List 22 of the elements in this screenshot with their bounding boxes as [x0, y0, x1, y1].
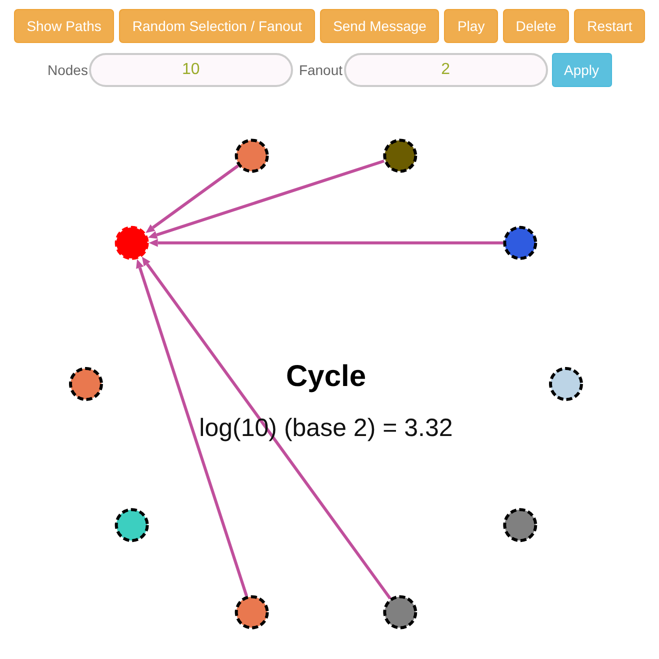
number-field[interactable]: 10	[88, 53, 293, 87]
graph-node[interactable]	[69, 367, 103, 401]
apply-button[interactable]: Apply	[552, 53, 612, 87]
toolbar-button[interactable]: Play	[444, 9, 498, 43]
graph-node[interactable]	[234, 595, 269, 630]
graph-node[interactable]	[503, 226, 538, 260]
toolbar-button[interactable]: Send Message	[320, 9, 440, 43]
graph-node[interactable]	[383, 138, 418, 173]
toolbar-button[interactable]: Show Paths	[14, 9, 114, 43]
toolbar-button[interactable]: Restart	[574, 9, 646, 43]
graph-node[interactable]	[549, 367, 583, 401]
number-field[interactable]: 2	[344, 53, 548, 87]
toolbar-button[interactable]: Delete	[502, 9, 570, 43]
graph-node[interactable]	[114, 226, 149, 260]
toolbar-button[interactable]: Random Selection / Fanout	[119, 9, 316, 43]
graph-node[interactable]	[503, 508, 538, 542]
graph-title: Cycle	[286, 360, 366, 393]
graph-node[interactable]	[383, 595, 418, 630]
graph-node[interactable]	[114, 508, 149, 542]
field-label: Nodes	[47, 62, 88, 78]
graph-node[interactable]	[234, 138, 269, 173]
field-label: Fanout	[298, 62, 343, 78]
